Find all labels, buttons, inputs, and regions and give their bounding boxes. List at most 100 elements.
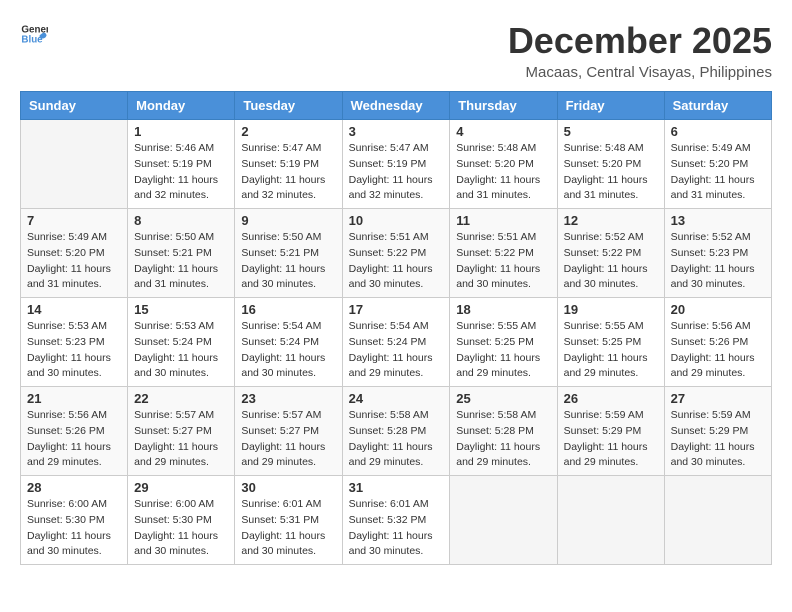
calendar-cell: 30 Sunrise: 6:01 AMSunset: 5:31 PMDayligh… xyxy=(235,476,342,565)
day-detail: Sunrise: 6:01 AMSunset: 5:31 PMDaylight:… xyxy=(241,497,335,560)
header-sunday: Sunday xyxy=(21,92,128,120)
calendar-cell xyxy=(557,476,664,565)
calendar-cell: 27 Sunrise: 5:59 AMSunset: 5:29 PMDayligh… xyxy=(664,387,771,476)
day-detail: Sunrise: 5:57 AMSunset: 5:27 PMDaylight:… xyxy=(134,408,228,471)
calendar-cell: 14Sunrise: 5:53 AMSunset: 5:23 PMDayligh… xyxy=(21,298,128,387)
calendar-cell: 10Sunrise: 5:51 AMSunset: 5:22 PMDayligh… xyxy=(342,209,450,298)
day-detail: Sunrise: 5:47 AMSunset: 5:19 PMDaylight:… xyxy=(241,141,335,204)
calendar-cell xyxy=(664,476,771,565)
day-detail: Sunrise: 5:48 AMSunset: 5:20 PMDaylight:… xyxy=(564,141,658,204)
day-detail: Sunrise: 5:47 AMSunset: 5:19 PMDaylight:… xyxy=(349,141,444,204)
day-number: 16 xyxy=(241,302,335,317)
day-detail: Sunrise: 5:52 AMSunset: 5:23 PMDaylight:… xyxy=(671,230,765,293)
page-header: General Blue December 2025 Macaas, Centr… xyxy=(20,20,772,81)
calendar-cell: 29 Sunrise: 6:00 AMSunset: 5:30 PMDayligh… xyxy=(128,476,235,565)
day-number: 4 xyxy=(456,124,550,139)
day-number: 11 xyxy=(456,213,550,228)
day-number: 8 xyxy=(134,213,228,228)
day-detail: Sunrise: 5:54 AMSunset: 5:24 PMDaylight:… xyxy=(241,319,335,382)
day-detail: Sunrise: 5:58 AMSunset: 5:28 PMDaylight:… xyxy=(456,408,550,471)
day-number: 31 xyxy=(349,480,444,495)
calendar-cell: 20 Sunrise: 5:56 AMSunset: 5:26 PMDayligh… xyxy=(664,298,771,387)
calendar-cell: 25Sunrise: 5:58 AMSunset: 5:28 PMDayligh… xyxy=(450,387,557,476)
logo-icon: General Blue xyxy=(20,20,48,48)
calendar-cell: 17Sunrise: 5:54 AMSunset: 5:24 PMDayligh… xyxy=(342,298,450,387)
calendar-cell: 23Sunrise: 5:57 AMSunset: 5:27 PMDayligh… xyxy=(235,387,342,476)
day-number: 18 xyxy=(456,302,550,317)
day-number: 19 xyxy=(564,302,658,317)
calendar-cell: 1Sunrise: 5:46 AMSunset: 5:19 PMDaylight… xyxy=(128,120,235,209)
day-number: 6 xyxy=(671,124,765,139)
day-number: 2 xyxy=(241,124,335,139)
day-number: 1 xyxy=(134,124,228,139)
day-number: 9 xyxy=(241,213,335,228)
svg-text:Blue: Blue xyxy=(21,34,43,45)
day-number: 15 xyxy=(134,302,228,317)
day-number: 3 xyxy=(349,124,444,139)
calendar-cell: 21Sunrise: 5:56 AMSunset: 5:26 PMDayligh… xyxy=(21,387,128,476)
day-number: 10 xyxy=(349,213,444,228)
day-number: 24 xyxy=(349,391,444,406)
day-number: 23 xyxy=(241,391,335,406)
calendar-cell: 9 Sunrise: 5:50 AMSunset: 5:21 PMDaylight… xyxy=(235,209,342,298)
calendar-cell: 8 Sunrise: 5:50 AMSunset: 5:21 PMDaylight… xyxy=(128,209,235,298)
calendar-cell: 22 Sunrise: 5:57 AMSunset: 5:27 PMDayligh… xyxy=(128,387,235,476)
header-thursday: Thursday xyxy=(450,92,557,120)
calendar-cell: 5Sunrise: 5:48 AMSunset: 5:20 PMDaylight… xyxy=(557,120,664,209)
calendar-cell: 2 Sunrise: 5:47 AMSunset: 5:19 PMDaylight… xyxy=(235,120,342,209)
day-detail: Sunrise: 5:50 AMSunset: 5:21 PMDaylight:… xyxy=(134,230,228,293)
header-wednesday: Wednesday xyxy=(342,92,450,120)
calendar-cell: 15 Sunrise: 5:53 AMSunset: 5:24 PMDayligh… xyxy=(128,298,235,387)
calendar-cell: 6 Sunrise: 5:49 AMSunset: 5:20 PMDaylight… xyxy=(664,120,771,209)
day-number: 17 xyxy=(349,302,444,317)
calendar-cell: 3 Sunrise: 5:47 AMSunset: 5:19 PMDaylight… xyxy=(342,120,450,209)
calendar-cell: 7Sunrise: 5:49 AMSunset: 5:20 PMDaylight… xyxy=(21,209,128,298)
day-detail: Sunrise: 5:56 AMSunset: 5:26 PMDaylight:… xyxy=(671,319,765,382)
day-number: 7 xyxy=(27,213,121,228)
calendar-cell: 4 Sunrise: 5:48 AMSunset: 5:20 PMDaylight… xyxy=(450,120,557,209)
day-number: 30 xyxy=(241,480,335,495)
day-detail: Sunrise: 5:49 AMSunset: 5:20 PMDaylight:… xyxy=(671,141,765,204)
month-title: December 2025 xyxy=(508,20,772,62)
calendar-week-row: 21Sunrise: 5:56 AMSunset: 5:26 PMDayligh… xyxy=(21,387,772,476)
logo: General Blue xyxy=(20,20,48,48)
calendar-cell: 24 Sunrise: 5:58 AMSunset: 5:28 PMDayligh… xyxy=(342,387,450,476)
calendar-cell: 12Sunrise: 5:52 AMSunset: 5:22 PMDayligh… xyxy=(557,209,664,298)
calendar-week-row: 7Sunrise: 5:49 AMSunset: 5:20 PMDaylight… xyxy=(21,209,772,298)
header-tuesday: Tuesday xyxy=(235,92,342,120)
day-number: 22 xyxy=(134,391,228,406)
day-detail: Sunrise: 5:48 AMSunset: 5:20 PMDaylight:… xyxy=(456,141,550,204)
day-detail: Sunrise: 5:52 AMSunset: 5:22 PMDaylight:… xyxy=(564,230,658,293)
calendar-week-row: 1Sunrise: 5:46 AMSunset: 5:19 PMDaylight… xyxy=(21,120,772,209)
title-block: December 2025 Macaas, Central Visayas, P… xyxy=(508,20,772,81)
location-title: Macaas, Central Visayas, Philippines xyxy=(508,64,772,81)
calendar-cell xyxy=(450,476,557,565)
day-detail: Sunrise: 5:53 AMSunset: 5:23 PMDaylight:… xyxy=(27,319,121,382)
day-detail: Sunrise: 6:00 AMSunset: 5:30 PMDaylight:… xyxy=(134,497,228,560)
day-detail: Sunrise: 5:59 AMSunset: 5:29 PMDaylight:… xyxy=(671,408,765,471)
header-saturday: Saturday xyxy=(664,92,771,120)
day-number: 27 xyxy=(671,391,765,406)
header-friday: Friday xyxy=(557,92,664,120)
day-number: 29 xyxy=(134,480,228,495)
day-detail: Sunrise: 5:59 AMSunset: 5:29 PMDaylight:… xyxy=(564,408,658,471)
day-detail: Sunrise: 6:01 AMSunset: 5:32 PMDaylight:… xyxy=(349,497,444,560)
calendar-cell: 13 Sunrise: 5:52 AMSunset: 5:23 PMDayligh… xyxy=(664,209,771,298)
day-detail: Sunrise: 5:53 AMSunset: 5:24 PMDaylight:… xyxy=(134,319,228,382)
day-detail: Sunrise: 6:00 AMSunset: 5:30 PMDaylight:… xyxy=(27,497,121,560)
calendar-cell: 26Sunrise: 5:59 AMSunset: 5:29 PMDayligh… xyxy=(557,387,664,476)
calendar-cell: 28 Sunrise: 6:00 AMSunset: 5:30 PMDayligh… xyxy=(21,476,128,565)
calendar-cell xyxy=(21,120,128,209)
day-detail: Sunrise: 5:55 AMSunset: 5:25 PMDaylight:… xyxy=(564,319,658,382)
day-detail: Sunrise: 5:50 AMSunset: 5:21 PMDaylight:… xyxy=(241,230,335,293)
day-number: 20 xyxy=(671,302,765,317)
calendar-week-row: 14Sunrise: 5:53 AMSunset: 5:23 PMDayligh… xyxy=(21,298,772,387)
calendar-week-row: 28 Sunrise: 6:00 AMSunset: 5:30 PMDayligh… xyxy=(21,476,772,565)
calendar-cell: 18Sunrise: 5:55 AMSunset: 5:25 PMDayligh… xyxy=(450,298,557,387)
day-number: 28 xyxy=(27,480,121,495)
day-detail: Sunrise: 5:58 AMSunset: 5:28 PMDaylight:… xyxy=(349,408,444,471)
calendar-cell: 11Sunrise: 5:51 AMSunset: 5:22 PMDayligh… xyxy=(450,209,557,298)
header-monday: Monday xyxy=(128,92,235,120)
calendar-header-row: Sunday Monday Tuesday Wednesday Thursday… xyxy=(21,92,772,120)
day-number: 13 xyxy=(671,213,765,228)
